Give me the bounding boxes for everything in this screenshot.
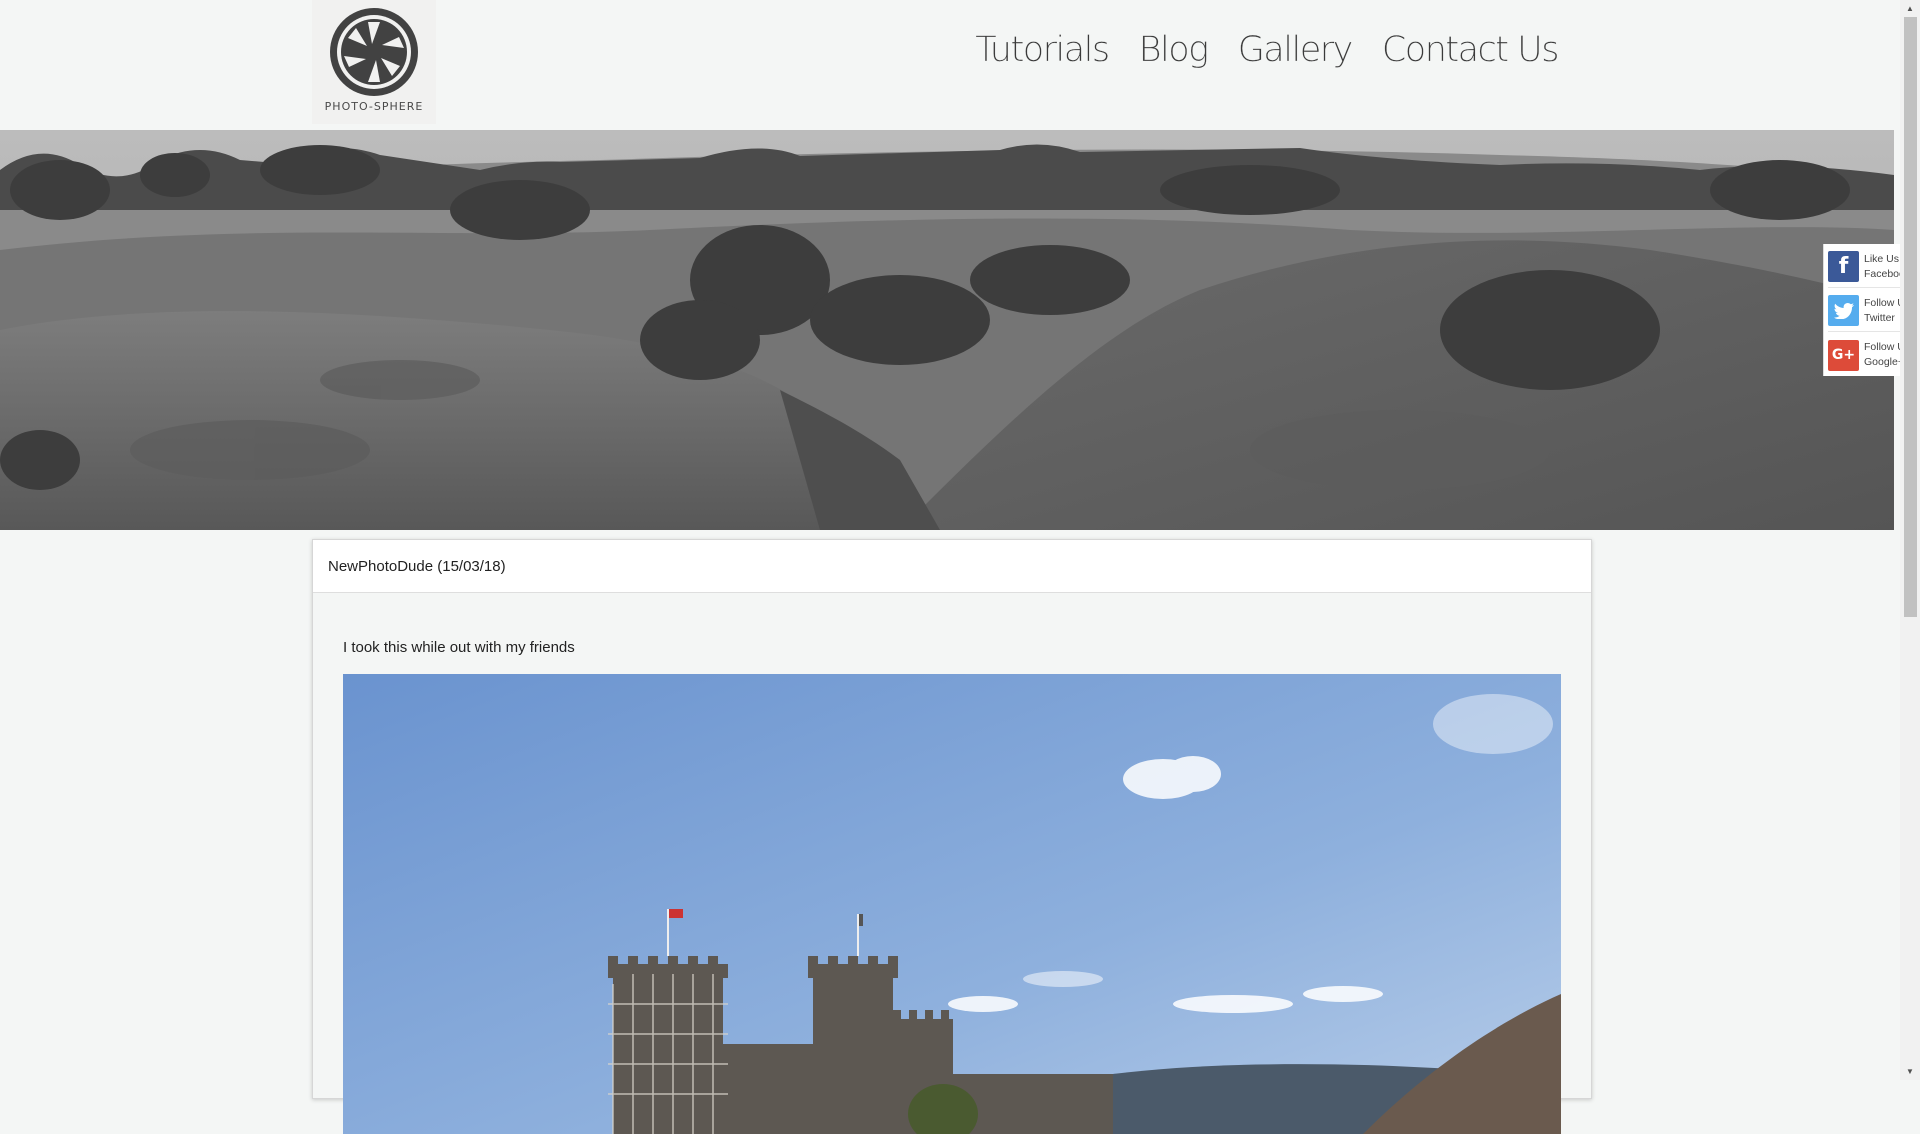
hero-banner: [0, 130, 1894, 530]
post-card: NewPhotoDude (15/03/18) I took this whil…: [312, 539, 1592, 1134]
post-author-date: NewPhotoDude (15/03/18): [313, 540, 1591, 593]
camera-aperture-icon: [330, 8, 418, 96]
post-text: I took this while out with my friends: [343, 639, 575, 656]
logo-text: PHOTO-SPHERE: [324, 100, 424, 113]
social-sidebar: f Like Us Facebook Follow Us Twitter G+ …: [1823, 244, 1900, 376]
social-google-plus[interactable]: G+ Follow Us Google+: [1828, 334, 1900, 376]
social-google-plus-label: Follow Us Google+: [1864, 341, 1900, 368]
nav-blog[interactable]: Blog: [1139, 30, 1210, 70]
nav-tutorials[interactable]: Tutorials: [975, 30, 1110, 70]
landscape-banner-image: [0, 130, 1894, 530]
facebook-icon: f: [1828, 251, 1859, 282]
scroll-thumb[interactable]: [1904, 17, 1917, 617]
castle-photo: [343, 674, 1561, 1134]
site-logo[interactable]: PHOTO-SPHERE: [312, 0, 436, 124]
nav-gallery[interactable]: Gallery: [1238, 30, 1354, 70]
social-twitter[interactable]: Follow Us Twitter: [1828, 290, 1900, 332]
social-facebook-label: Like Us Facebook: [1864, 252, 1900, 280]
scroll-up-arrow[interactable]: ▲: [1900, 0, 1920, 17]
main-nav: Tutorials Blog Gallery Contact Us: [975, 30, 1560, 70]
post-photo[interactable]: [343, 674, 1561, 1134]
social-twitter-label: Follow Us Twitter: [1864, 296, 1900, 324]
site-header: PHOTO-SPHERE Tutorials Blog Gallery Cont…: [0, 0, 1900, 130]
twitter-icon: [1828, 295, 1859, 326]
google-plus-icon: G+: [1828, 339, 1859, 371]
page-scrollbar[interactable]: ▲ ▼: [1900, 0, 1920, 1080]
social-facebook[interactable]: f Like Us Facebook: [1828, 246, 1900, 288]
scroll-down-arrow[interactable]: ▼: [1900, 1063, 1920, 1080]
nav-contact-us[interactable]: Contact Us: [1382, 30, 1560, 70]
